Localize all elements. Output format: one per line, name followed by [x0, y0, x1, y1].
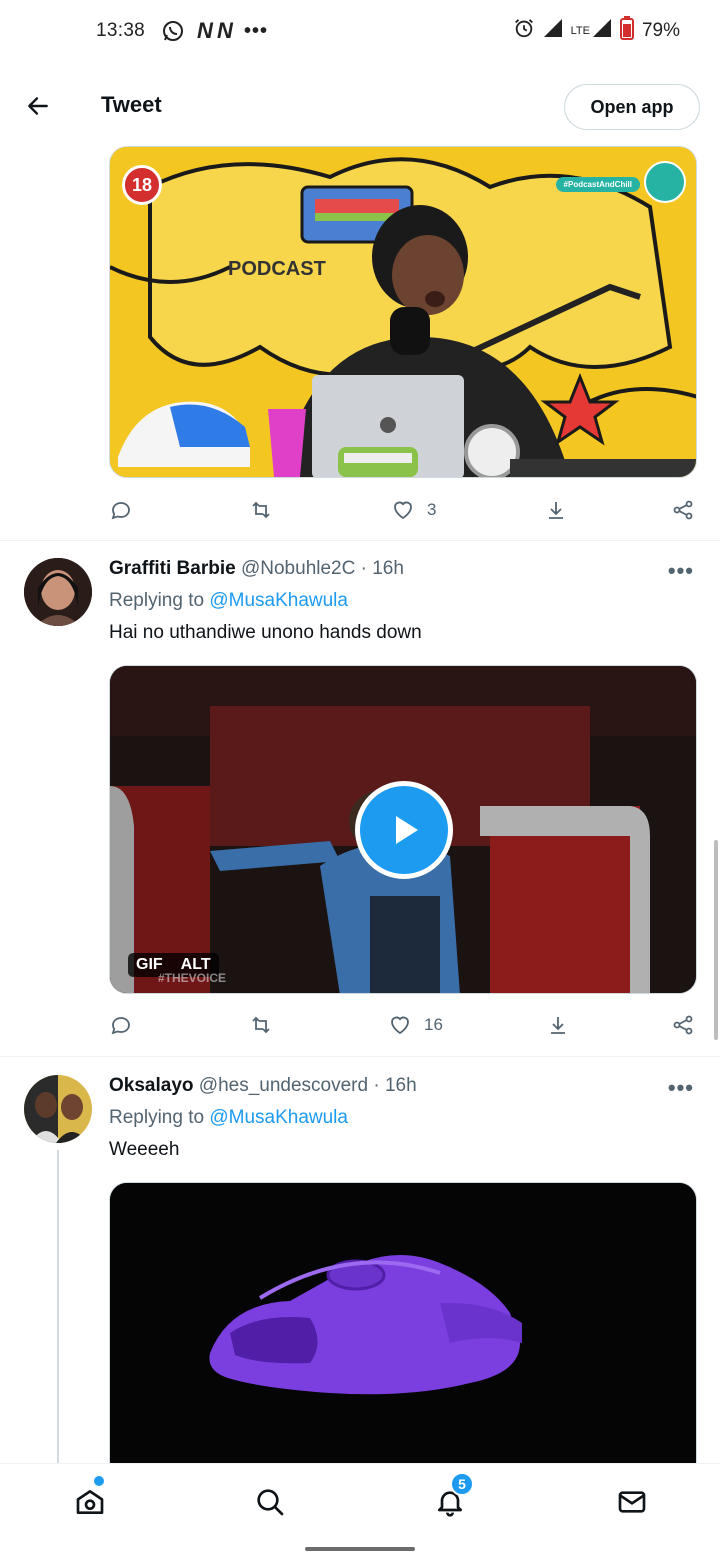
like-count: 16 — [424, 1015, 443, 1034]
share-icon — [673, 500, 693, 520]
back-button[interactable] — [22, 90, 54, 122]
nav-home[interactable] — [70, 1476, 110, 1522]
tweet-actions: 3 — [109, 490, 699, 530]
network-type: LTE — [570, 25, 590, 37]
mail-icon — [618, 1491, 646, 1513]
like-button[interactable]: 3 — [391, 490, 436, 530]
tweet-gif[interactable]: GIF ALT #THEVOICE — [109, 665, 697, 994]
user-handle[interactable]: @hes_undescoverd — [199, 1075, 368, 1096]
search-icon — [257, 1489, 284, 1516]
home-icon — [76, 1490, 104, 1514]
more-options-button[interactable]: ••• — [668, 558, 694, 584]
download-icon — [551, 1017, 565, 1034]
page-title: Tweet — [101, 92, 162, 117]
replying-prefix: Replying to — [109, 590, 205, 611]
avatar-image — [24, 558, 92, 626]
replying-handle[interactable]: @MusaKhawula — [209, 1107, 348, 1128]
gesture-bar[interactable] — [305, 1547, 415, 1551]
age-rating-text: 18 — [131, 174, 153, 195]
hashtag-text: #PodcastAndChill — [563, 180, 632, 189]
whatsapp-icon — [161, 19, 185, 43]
like-count: 3 — [427, 500, 437, 519]
retweet-button[interactable] — [249, 490, 273, 530]
retweet-icon — [252, 1016, 270, 1034]
more-notifications-icon: ••• — [243, 19, 268, 42]
top-header: Tweet Open app — [0, 70, 720, 142]
replying-to: Replying to @MusaKhawula — [109, 1107, 348, 1129]
back-arrow-icon — [28, 97, 48, 115]
battery-percent: 79% — [641, 20, 680, 41]
podcast-illustration: PODCAST — [110, 147, 696, 477]
home-unread-dot — [94, 1476, 104, 1486]
save-button[interactable] — [544, 490, 568, 530]
download-icon — [549, 502, 563, 519]
display-name[interactable]: Graffiti Barbie — [109, 558, 236, 579]
play-icon — [396, 816, 418, 844]
reply-icon — [111, 502, 130, 520]
tweet-text: Weeeeh — [109, 1139, 180, 1160]
reply-button[interactable] — [109, 1005, 133, 1045]
battery-icon — [619, 16, 634, 46]
save-button[interactable] — [546, 1005, 570, 1045]
open-app-button[interactable]: Open app — [564, 84, 700, 130]
thread-line — [57, 1150, 59, 1464]
share-button[interactable] — [671, 490, 695, 530]
notification-letters: N N — [197, 18, 233, 43]
signal-icon — [543, 18, 563, 44]
like-button[interactable]: 16 — [388, 1005, 443, 1045]
status-bar: 13:38 N N ••• LTE 79% — [0, 0, 720, 62]
hosts-avatar — [644, 161, 686, 203]
avatar-image — [24, 1075, 92, 1143]
avatar[interactable] — [24, 558, 92, 626]
user-handle[interactable]: @Nobuhle2C — [241, 558, 355, 579]
display-name[interactable]: Oksalayo — [109, 1075, 194, 1096]
tweet-header: Oksalayo @hes_undescoverd · 16h — [109, 1075, 417, 1097]
tweet-image-podcast[interactable]: PODCAST 18 #PodcastAndChill — [109, 146, 697, 478]
hashtag-badge: #PodcastAndChill — [555, 177, 640, 192]
tweet-actions: 16 — [109, 1005, 699, 1045]
divider — [0, 540, 720, 541]
scrollbar[interactable] — [714, 840, 718, 1040]
signal-icon-2 — [592, 18, 612, 44]
notifications-badge: 5 — [450, 1472, 474, 1496]
podcast-sign-text: PODCAST — [228, 258, 326, 280]
play-button[interactable] — [355, 781, 453, 879]
divider — [0, 1056, 720, 1057]
share-button[interactable] — [671, 1005, 695, 1045]
replying-to: Replying to @MusaKhawula — [109, 590, 348, 612]
tweet-header: Graffiti Barbie @Nobuhle2C · 16h — [109, 558, 404, 580]
nav-notifications[interactable]: 5 — [430, 1472, 474, 1522]
heart-icon — [391, 1016, 409, 1035]
tweet-time: · 16h — [373, 1075, 417, 1096]
bottom-navigation: 5 — [0, 1463, 720, 1537]
tweet-text: Hai no uthandiwe unono hands down — [109, 622, 422, 643]
retweet-button[interactable] — [249, 1005, 273, 1045]
status-time: 13:38 — [96, 20, 146, 41]
retweet-icon — [252, 501, 270, 519]
age-rating-badge: 18 — [122, 165, 162, 205]
reply-button[interactable] — [109, 490, 133, 530]
nav-messages[interactable] — [612, 1482, 652, 1522]
alarm-icon — [513, 17, 535, 45]
purple-slide-illustration — [110, 1183, 696, 1481]
gif-watermark: #THEVOICE — [158, 971, 227, 985]
avatar[interactable] — [24, 1075, 92, 1143]
reply-icon — [111, 1017, 130, 1035]
share-icon — [673, 1015, 693, 1035]
replying-prefix: Replying to — [109, 1107, 205, 1128]
tweet-time: · 16h — [360, 558, 404, 579]
replying-handle[interactable]: @MusaKhawula — [209, 590, 348, 611]
heart-icon — [394, 501, 412, 520]
nav-search[interactable] — [250, 1482, 290, 1522]
tweet-image-slide[interactable] — [109, 1182, 697, 1482]
more-options-button[interactable]: ••• — [668, 1075, 694, 1101]
